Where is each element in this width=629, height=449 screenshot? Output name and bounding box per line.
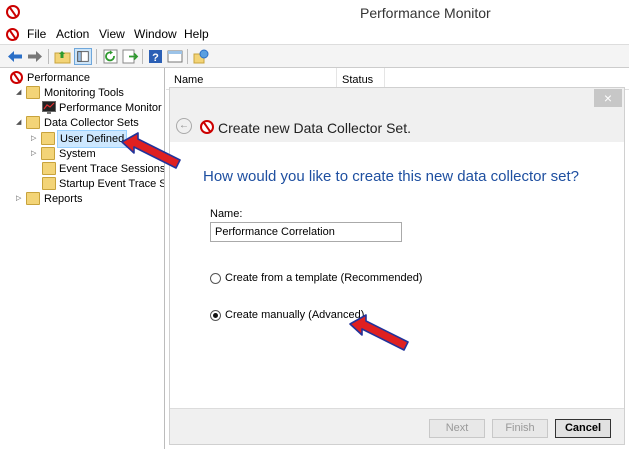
close-button[interactable]: × [594,89,622,107]
cancel-button[interactable]: Cancel [555,419,611,438]
menu-help[interactable]: Help [184,27,209,41]
help-icon[interactable]: ? [147,48,165,65]
title-bar: Performance Monitor [0,0,629,25]
folder-icon [26,116,40,129]
menu-bar: File Action View Window Help [0,25,629,44]
menu-action[interactable]: Action [56,27,89,41]
properties-icon[interactable] [166,48,184,65]
new-collector-set-icon[interactable] [192,48,210,65]
show-hide-tree-icon[interactable] [74,48,92,65]
folder-icon [26,86,40,99]
folder-icon [42,162,56,175]
wizard-title: Create new Data Collector Set. [218,120,411,136]
menu-view[interactable]: View [99,27,125,41]
radio-manual[interactable] [210,310,221,321]
up-folder-icon[interactable] [54,48,72,65]
svg-text:?: ? [152,52,159,64]
export-list-icon[interactable] [121,48,139,65]
finish-button[interactable]: Finish [492,419,548,438]
folder-reports-icon [26,192,40,205]
wizard-question: How would you like to create this new da… [203,168,580,185]
performance-monitor-icon[interactable] [6,5,20,19]
wizard-top-bar: × [170,88,624,108]
expand-arrow-icon[interactable]: ▷ [31,135,39,143]
wizard-performance-icon [200,120,214,134]
folder-user-icon [41,132,55,145]
radio-template[interactable] [210,273,221,284]
menu-file[interactable]: File [27,27,46,41]
column-name[interactable]: Name [174,74,203,86]
expand-arrow-icon[interactable]: ▷ [16,195,24,203]
menu-window[interactable]: Window [134,27,177,41]
name-label: Name: [210,208,243,220]
name-input[interactable] [210,222,402,242]
collapse-arrow-icon[interactable]: ◢ [16,89,24,97]
collapse-arrow-icon[interactable]: ◢ [16,119,24,127]
toolbar: ? [0,44,629,68]
performance-icon [10,71,23,84]
folder-system-icon [41,147,55,160]
wizard-footer: Next Finish Cancel [170,408,624,444]
system-menu-icon[interactable] [6,28,19,41]
next-button[interactable]: Next [429,419,485,438]
expand-arrow-icon[interactable]: ▷ [31,150,39,158]
create-data-collector-set-wizard: × ← Create new Data Collector Set. How w… [169,87,625,445]
wizard-header: ← Create new Data Collector Set. [170,108,624,142]
back-arrow-icon[interactable] [6,48,24,65]
refresh-icon[interactable] [102,48,120,65]
column-status[interactable]: Status [342,74,373,86]
folder-icon [42,177,56,190]
window-title: Performance Monitor [360,5,491,21]
annotation-arrow-create-manually [349,314,409,351]
annotation-arrow-user-defined [121,132,181,169]
chart-monitor-icon [42,101,56,114]
forward-arrow-icon[interactable] [26,48,44,65]
navigation-tree: Performance ◢ Monitoring Tools Performan… [0,68,165,449]
